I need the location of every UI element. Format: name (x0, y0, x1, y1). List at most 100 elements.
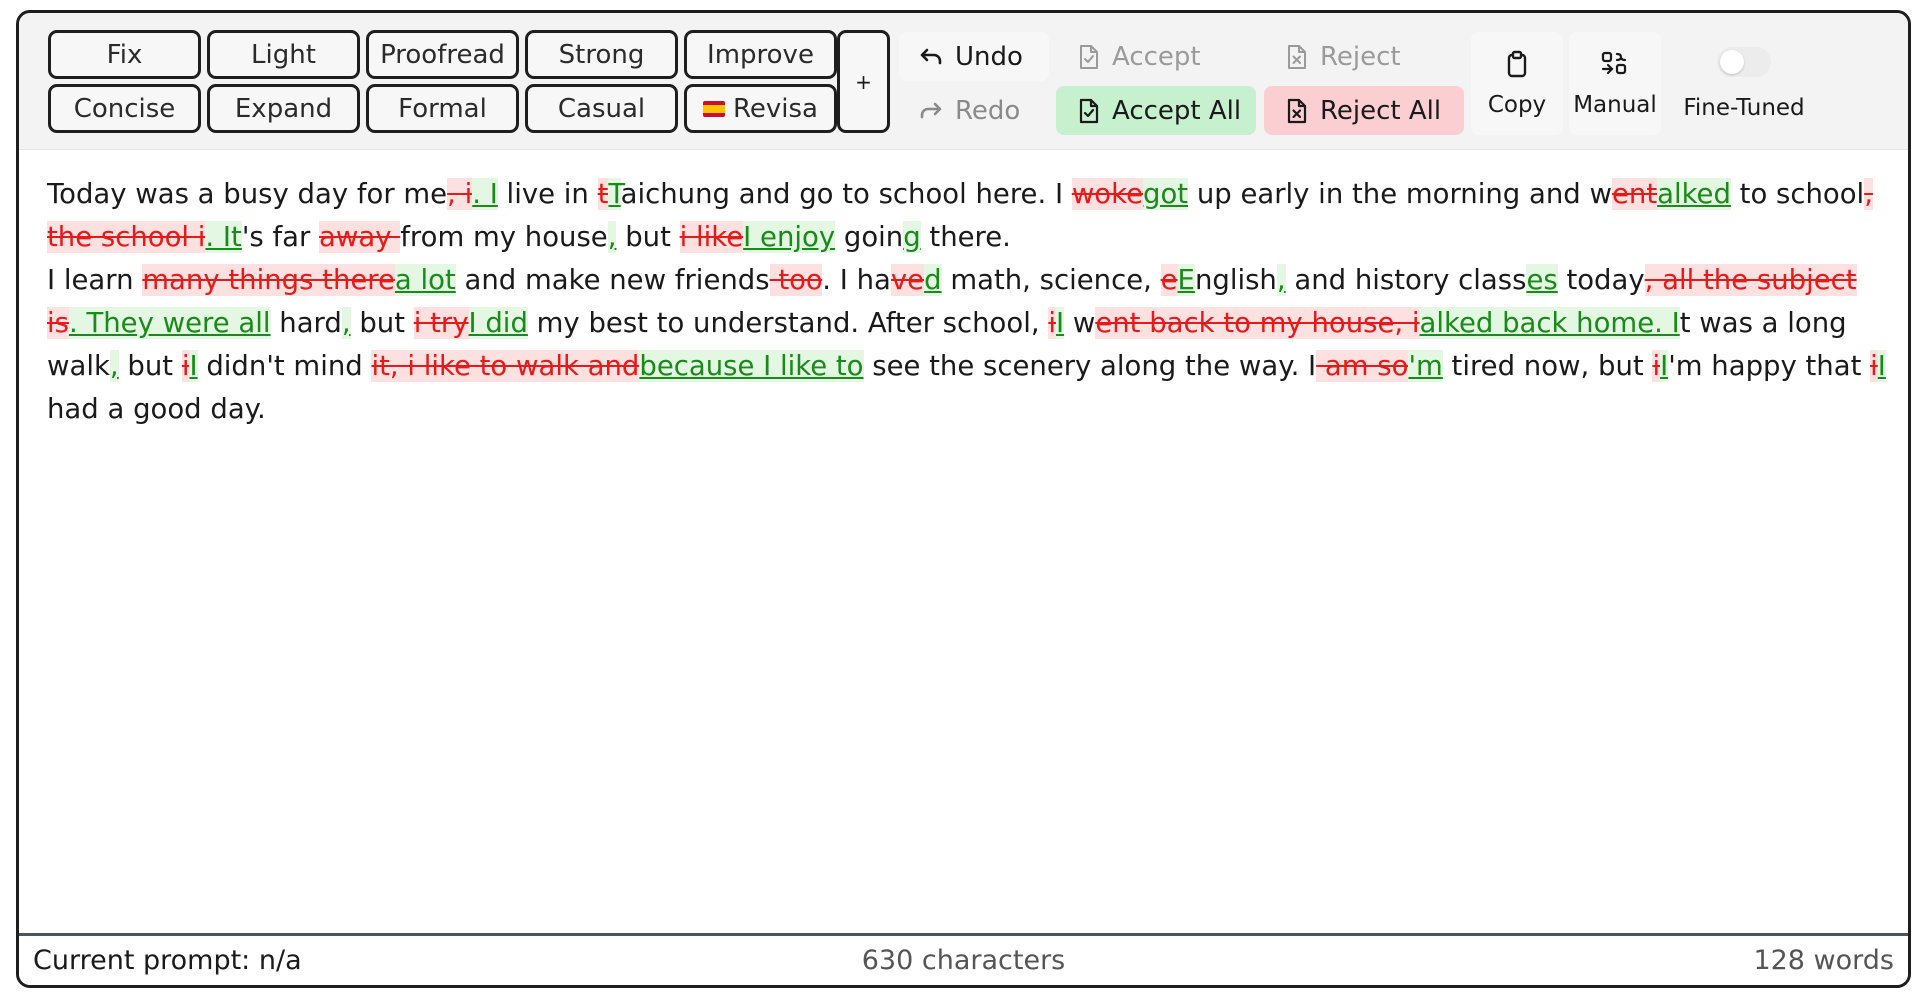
deletion-mark[interactable]: i like (679, 221, 744, 253)
insertion-mark[interactable]: a lot (394, 264, 456, 296)
prompt-button-proofread[interactable]: Proofread (366, 30, 519, 79)
prompt-button-light[interactable]: Light (207, 30, 360, 79)
insertion-mark[interactable]: I (1660, 350, 1669, 382)
insertion-mark[interactable]: I enjoy (743, 221, 836, 253)
text-run: today (1557, 264, 1645, 296)
insertion-mark[interactable]: , (1276, 264, 1286, 296)
editor-window: Fix Light Proofread Strong Improve Conci… (16, 10, 1911, 988)
text-run: there. (920, 221, 1011, 253)
paragraph: I learn many things therea lot and make … (47, 259, 1887, 431)
paragraph: Today was a busy day for me, i. I live i… (47, 173, 1887, 259)
insertion-mark[interactable]: , (341, 307, 351, 339)
insertion-mark[interactable]: I did (468, 307, 528, 339)
add-prompt-button[interactable]: + (837, 30, 890, 133)
text-run: hard (270, 307, 342, 339)
manual-button[interactable]: Manual (1569, 32, 1661, 135)
toolbar: Fix Light Proofread Strong Improve Conci… (19, 13, 1908, 150)
accept-button[interactable]: Accept (1056, 32, 1256, 81)
prompt-button-formal[interactable]: Formal (366, 84, 519, 133)
insertion-mark[interactable]: I (189, 350, 198, 382)
insertion-mark[interactable]: . They were all (68, 307, 271, 339)
prompt-button-revisa-label: Revisa (733, 93, 818, 124)
deletion-mark[interactable]: woke (1071, 178, 1143, 210)
insertion-mark[interactable]: alked (1657, 178, 1731, 210)
insertion-mark[interactable]: . It (205, 221, 242, 253)
insertion-mark[interactable]: , (109, 350, 119, 382)
deletion-mark[interactable]: away (319, 221, 401, 253)
text-run: didn't mind (197, 350, 372, 382)
reject-all-button[interactable]: Reject All (1264, 86, 1464, 135)
deletion-mark[interactable]: i try (413, 307, 469, 339)
text-run: from my house (400, 221, 608, 253)
accept-all-label: Accept All (1112, 95, 1242, 126)
deletion-mark[interactable]: it, i like to walk and (371, 350, 640, 382)
fine-tuned-toggle[interactable] (1717, 46, 1771, 77)
prompt-button-casual[interactable]: Casual (525, 84, 678, 133)
clipboard-icon (1507, 50, 1527, 77)
manual-label: Manual (1573, 91, 1657, 118)
deletion-mark[interactable]: i (1048, 307, 1056, 339)
text-run: my best to understand. After school, (527, 307, 1049, 339)
text-run: 'm happy that (1668, 350, 1871, 382)
text-run: math, science, (941, 264, 1161, 296)
undo-icon (920, 48, 942, 64)
text-run: . I ha (822, 264, 891, 296)
current-prompt-status: Current prompt: n/a (33, 945, 302, 976)
text-run: w (1064, 307, 1096, 339)
text-run: live in (497, 178, 598, 210)
text-run: but (118, 350, 182, 382)
deletion-mark[interactable]: i (1652, 350, 1661, 382)
prompt-button-fix[interactable]: Fix (48, 30, 201, 79)
copy-label: Copy (1487, 91, 1547, 118)
accept-label: Accept (1112, 41, 1201, 72)
deletion-mark[interactable]: ve (890, 264, 925, 296)
deletion-mark[interactable]: t (597, 178, 609, 210)
redo-icon (920, 102, 942, 118)
text-run: I learn (47, 264, 143, 296)
deletion-mark[interactable]: i (1870, 350, 1878, 382)
file-check-icon (1080, 44, 1098, 69)
insertion-mark[interactable]: E (1177, 264, 1195, 296)
prompt-button-revisa[interactable]: Revisa (684, 84, 837, 133)
prompt-button-concise[interactable]: Concise (48, 84, 201, 133)
redo-label: Redo (955, 95, 1021, 126)
text-run: goin (835, 221, 904, 253)
file-x-icon (1288, 44, 1306, 69)
text-editor[interactable]: Today was a busy day for me, i. I live i… (47, 173, 1887, 933)
file-check-icon (1079, 98, 1099, 123)
reject-button[interactable]: Reject (1264, 32, 1464, 81)
fine-tuned-toggle-group: Fine-Tuned (1669, 32, 1819, 135)
deletion-mark[interactable]: , i (447, 178, 473, 210)
insertion-mark[interactable]: because I like to (639, 350, 864, 382)
insertion-mark[interactable]: T (608, 178, 621, 210)
deletion-mark[interactable]: too (769, 264, 823, 296)
accept-all-button[interactable]: Accept All (1056, 86, 1256, 135)
deletion-mark[interactable]: ent (1611, 178, 1658, 210)
insertion-mark[interactable]: I (1877, 350, 1886, 382)
prompt-button-expand[interactable]: Expand (207, 84, 360, 133)
text-run: and make new friends (455, 264, 770, 296)
insertion-mark[interactable]: es (1526, 264, 1558, 296)
text-run: tired now, but (1442, 350, 1653, 382)
text-run: Today was a busy day for me (47, 178, 448, 210)
insertion-mark[interactable]: alked back home. I (1419, 307, 1680, 339)
insertion-mark[interactable]: d (924, 264, 942, 296)
copy-button[interactable]: Copy (1471, 32, 1563, 135)
fine-tuned-label: Fine-Tuned (1683, 94, 1805, 121)
insertion-mark[interactable]: 'm (1408, 350, 1443, 382)
deletion-mark[interactable]: many things there (142, 264, 395, 296)
prompt-button-strong[interactable]: Strong (525, 30, 678, 79)
deletion-mark[interactable]: e (1160, 264, 1178, 296)
reject-all-label: Reject All (1320, 95, 1442, 126)
insertion-mark[interactable]: g (903, 221, 921, 253)
text-run: to school (1730, 178, 1865, 210)
insertion-mark[interactable]: . I (472, 178, 498, 210)
redo-button[interactable]: Redo (899, 86, 1049, 135)
prompt-button-improve[interactable]: Improve (684, 30, 837, 79)
deletion-mark[interactable]: am so (1316, 350, 1409, 382)
insertion-mark[interactable]: got (1143, 178, 1189, 210)
undo-button[interactable]: Undo (899, 32, 1049, 81)
deletion-mark[interactable]: ent back to my house, i (1095, 307, 1420, 339)
status-bar: Current prompt: n/a 630 characters 128 w… (19, 933, 1908, 985)
insertion-mark[interactable]: I (1055, 307, 1065, 339)
